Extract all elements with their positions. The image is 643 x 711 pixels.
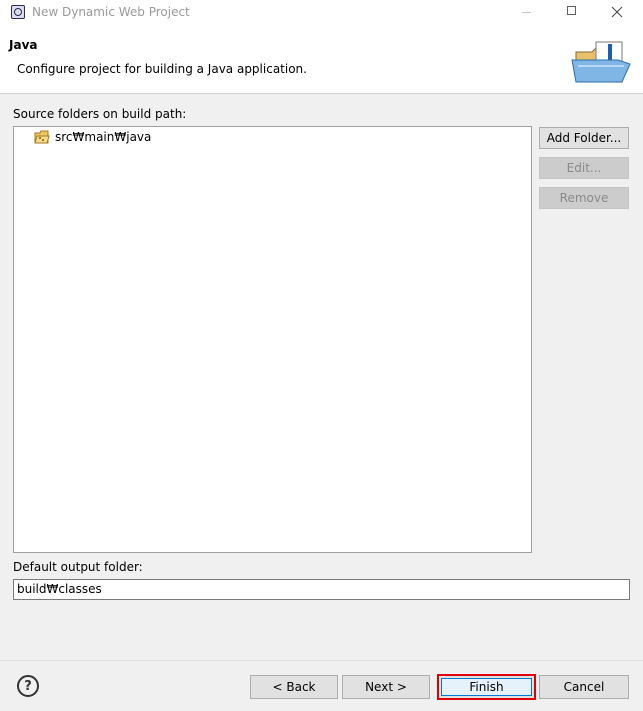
source-folders-label: Source folders on build path: xyxy=(13,107,187,121)
next-button[interactable]: Next > xyxy=(342,675,430,699)
close-icon xyxy=(611,6,623,18)
edit-button[interactable]: Edit... xyxy=(539,157,629,179)
package-folder-icon xyxy=(34,130,50,144)
maximize-button[interactable] xyxy=(548,0,594,25)
output-folder-label: Default output folder: xyxy=(13,560,143,574)
output-folder-field[interactable]: build₩classes xyxy=(13,579,630,600)
window-title: New Dynamic Web Project xyxy=(32,5,190,19)
page-description: Configure project for building a Java ap… xyxy=(17,62,307,76)
minimize-button[interactable] xyxy=(502,0,548,25)
tree-item-label: src₩main₩java xyxy=(55,130,152,144)
close-button[interactable] xyxy=(594,0,640,25)
finish-button-label: Finish xyxy=(441,678,532,696)
source-folders-tree[interactable]: src₩main₩java xyxy=(13,126,532,553)
back-button[interactable]: < Back xyxy=(250,675,338,699)
cancel-button[interactable]: Cancel xyxy=(539,675,629,699)
help-icon: ? xyxy=(24,678,32,694)
footer-separator xyxy=(0,660,643,661)
add-folder-button[interactable]: Add Folder... xyxy=(539,127,629,149)
page-title: Java xyxy=(9,38,38,52)
remove-button[interactable]: Remove xyxy=(539,187,629,209)
help-button[interactable]: ? xyxy=(17,675,39,697)
finish-button[interactable]: Finish xyxy=(437,674,536,700)
java-folder-icon xyxy=(571,41,631,83)
window-title-bar: New Dynamic Web Project xyxy=(0,0,643,25)
wizard-header: Java Configure project for building a Ja… xyxy=(0,25,643,94)
tree-item[interactable]: src₩main₩java xyxy=(34,129,151,145)
eclipse-app-icon xyxy=(11,5,25,19)
